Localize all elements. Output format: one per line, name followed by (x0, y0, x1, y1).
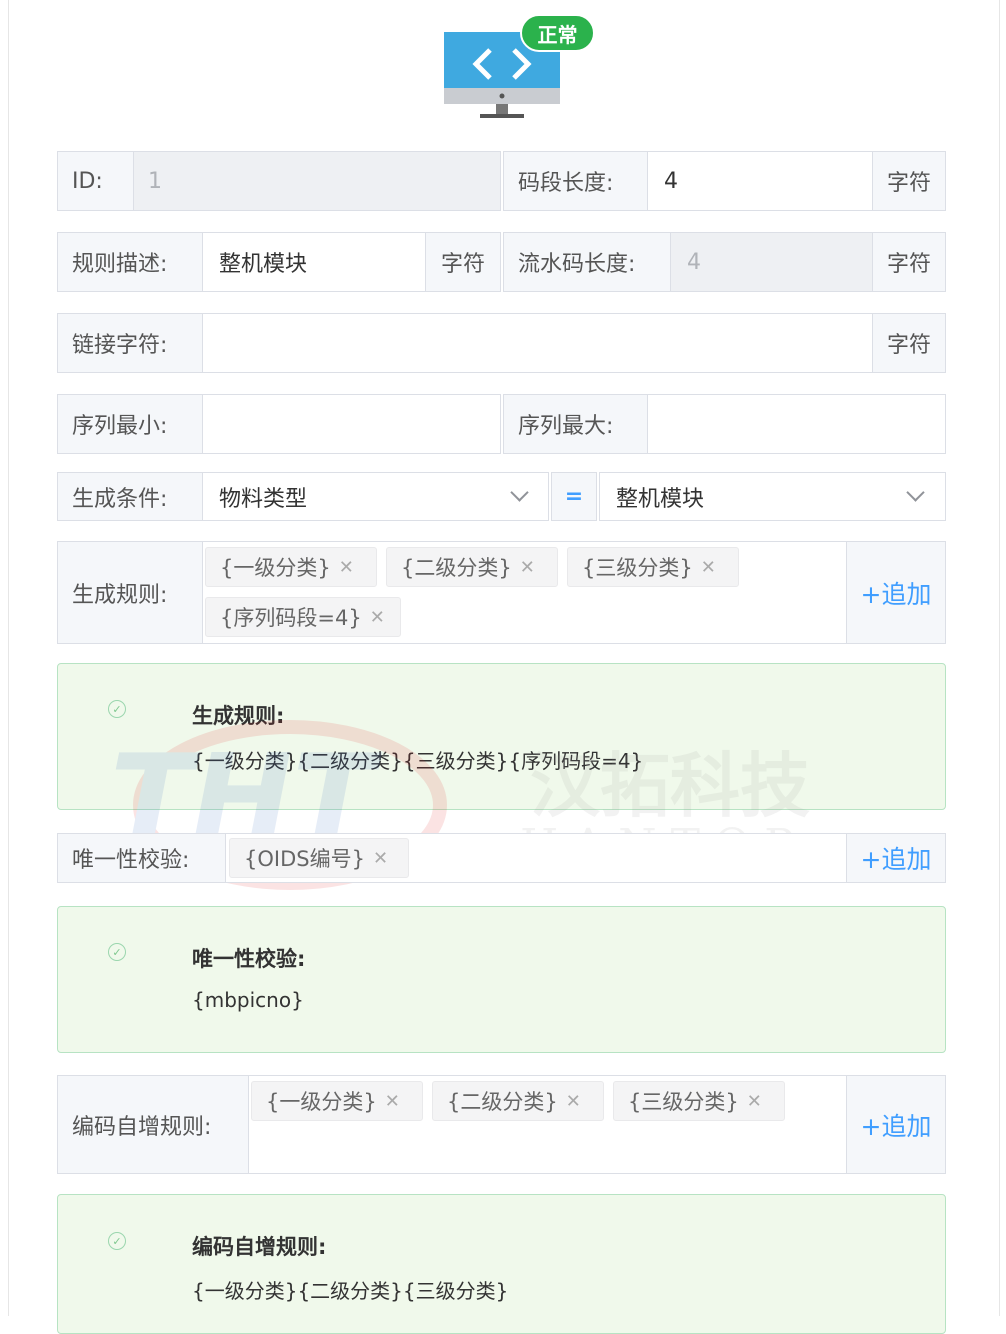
rule-desc-suffix-text: 字符 (440, 252, 485, 277)
seq-max-input[interactable] (647, 394, 946, 454)
serial-length-suffix: 字符 (872, 232, 946, 292)
gen-condition-label: 生成条件: (57, 472, 203, 521)
serial-length-field[interactable]: 4 (670, 232, 873, 292)
rule-desc-input[interactable]: 整机模块 (202, 232, 426, 292)
gen-rule-add-button[interactable]: +追加 (846, 541, 946, 644)
link-char-label-text: 链接字符: (72, 333, 168, 358)
unique-check-alert: ✓ 唯一性校验: {mbpicno} (57, 906, 946, 1053)
tag-text: {二级分类} (401, 556, 512, 580)
tag-text: {序列码段=4} (220, 606, 362, 630)
unique-check-label: 唯一性校验: (57, 833, 226, 883)
check-circle-icon: ✓ (108, 700, 126, 718)
id-label: ID: (57, 151, 134, 211)
seq-max-label-text: 序列最大: (518, 414, 614, 439)
condition-value-text: 整机模块 (616, 486, 705, 512)
unique-check-alert-text: {mbpicno} (192, 988, 304, 1012)
gen-rule-tag: {一级分类} ✕ (205, 547, 377, 587)
serial-length-label: 流水码长度: (503, 232, 671, 292)
inc-rule-label-text: 编码自增规则: (72, 1114, 212, 1140)
tag-text: {一级分类} (220, 556, 331, 580)
status-badge: 正常 (520, 14, 595, 52)
gen-rule-alert-text: {一级分类}{二级分类}{三级分类}{序列码段=4} (192, 749, 644, 773)
tag-text: {OIDS编号} (244, 847, 365, 871)
inc-rule-tag: {三级分类} ✕ (613, 1081, 785, 1121)
inc-rule-add-text: +追加 (860, 1111, 932, 1141)
rule-desc-suffix: 字符 (425, 232, 501, 292)
inc-rule-tag: {二级分类} ✕ (432, 1081, 604, 1121)
link-char-input[interactable] (202, 313, 873, 373)
tag-text: {二级分类} (447, 1090, 558, 1114)
inc-rule-add-button[interactable]: +追加 (846, 1075, 946, 1174)
rule-desc-value: 整机模块 (219, 252, 308, 277)
gen-rule-alert-title: 生成规则: (192, 704, 285, 728)
seg-length-label-text: 码段长度: (518, 171, 614, 196)
serial-length-label-text: 流水码长度: (518, 252, 636, 277)
seg-length-suffix: 字符 (872, 151, 946, 211)
close-icon[interactable]: ✕ (385, 1091, 400, 1112)
close-icon[interactable]: ✕ (373, 848, 388, 869)
close-icon[interactable]: ✕ (701, 557, 716, 578)
id-value: 1 (148, 168, 162, 194)
gen-rule-tag: {三级分类} ✕ (567, 547, 739, 587)
equals-sign: = (551, 472, 597, 521)
inc-rule-alert-title: 编码自增规则: (192, 1235, 327, 1259)
close-icon[interactable]: ✕ (339, 557, 354, 578)
gen-rule-tag: {序列码段=4} ✕ (205, 597, 401, 637)
link-char-label: 链接字符: (57, 313, 203, 373)
seq-min-label-text: 序列最小: (72, 414, 168, 439)
inc-rule-alert-text: {一级分类}{二级分类}{三级分类} (192, 1279, 509, 1303)
seg-length-label: 码段长度: (503, 151, 648, 211)
equals-sign-text: = (564, 484, 584, 509)
seg-length-input[interactable]: 4 (647, 151, 873, 211)
unique-check-label-text: 唯一性校验: (72, 848, 190, 873)
tag-text: {一级分类} (266, 1090, 377, 1114)
seq-max-label: 序列最大: (503, 394, 648, 454)
unique-check-alert-title: 唯一性校验: (192, 947, 306, 971)
gen-rule-label: 生成规则: (57, 541, 203, 644)
link-char-suffix: 字符 (872, 313, 946, 373)
close-icon[interactable]: ✕ (747, 1091, 762, 1112)
rule-desc-label-text: 规则描述: (72, 252, 168, 277)
seg-length-suffix-text: 字符 (886, 171, 931, 196)
close-icon[interactable]: ✕ (370, 607, 385, 628)
link-char-suffix-text: 字符 (886, 333, 931, 358)
gen-condition-label-text: 生成条件: (72, 486, 168, 512)
inc-rule-label: 编码自增规则: (57, 1075, 249, 1174)
seq-min-input[interactable] (202, 394, 501, 454)
id-field[interactable]: 1 (133, 151, 501, 211)
inc-rule-alert: ✓ 编码自增规则: {一级分类}{二级分类}{三级分类} (57, 1194, 946, 1334)
gen-rule-add-text: +追加 (860, 579, 932, 609)
check-circle-icon: ✓ (108, 943, 126, 961)
tag-text: {三级分类} (628, 1090, 739, 1114)
serial-length-suffix-text: 字符 (886, 252, 931, 277)
condition-field-value: 物料类型 (219, 486, 308, 512)
condition-field-select[interactable]: 物料类型 (202, 472, 549, 521)
gen-rule-alert: ✓ 生成规则: {一级分类}{二级分类}{三级分类}{序列码段=4} (57, 663, 946, 810)
id-label-text: ID: (72, 168, 103, 194)
rule-desc-label: 规则描述: (57, 232, 203, 292)
close-icon[interactable]: ✕ (520, 557, 535, 578)
serial-length-value: 4 (687, 249, 701, 275)
unique-check-tag: {OIDS编号} ✕ (229, 838, 409, 878)
gen-rule-label-text: 生成规则: (72, 582, 168, 608)
gen-rule-tag: {二级分类} ✕ (386, 547, 558, 587)
condition-value-select[interactable]: 整机模块 (599, 472, 946, 521)
close-icon[interactable]: ✕ (566, 1091, 581, 1112)
status-badge-text: 正常 (537, 22, 578, 47)
seq-min-label: 序列最小: (57, 394, 203, 454)
unique-check-add-button[interactable]: +追加 (846, 833, 946, 883)
tag-text: {三级分类} (582, 556, 693, 580)
inc-rule-tag: {一级分类} ✕ (251, 1081, 423, 1121)
seg-length-value: 4 (664, 168, 678, 194)
check-circle-icon: ✓ (108, 1232, 126, 1250)
unique-check-add-text: +追加 (860, 845, 932, 874)
